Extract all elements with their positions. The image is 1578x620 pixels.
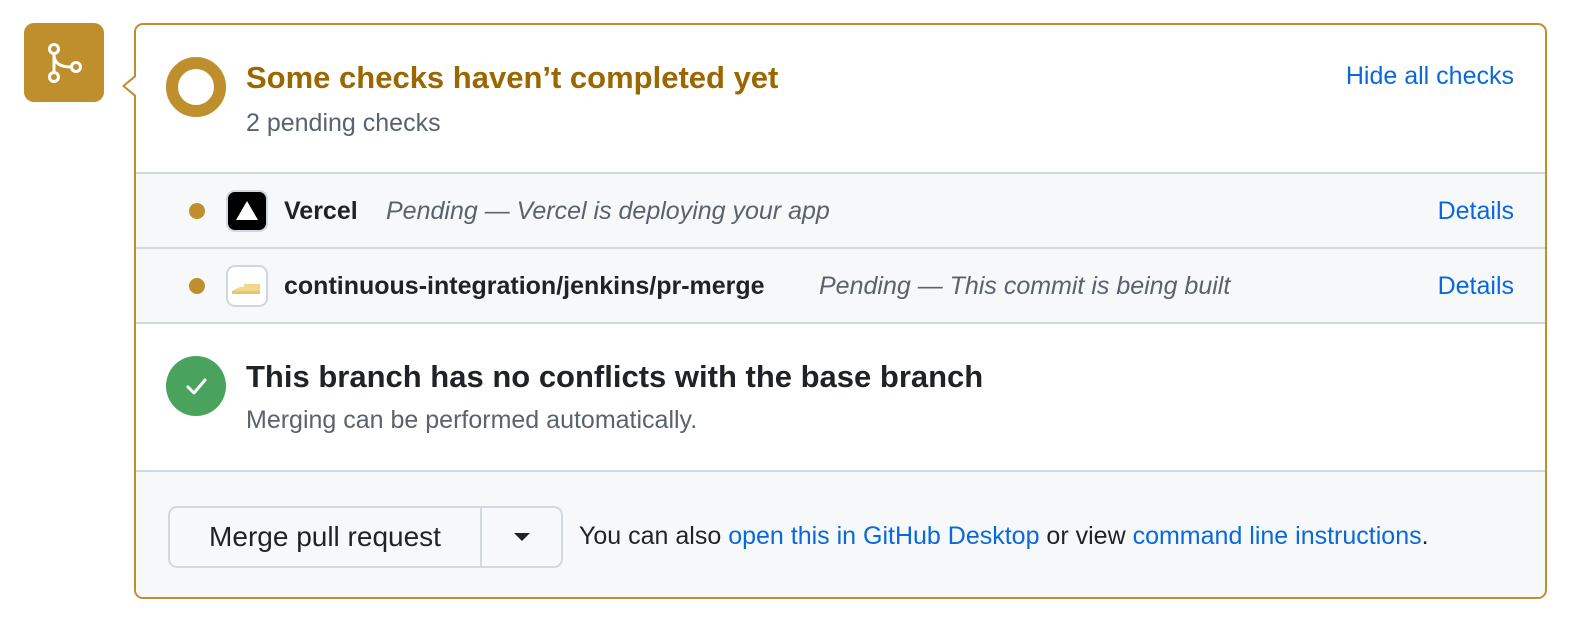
triangle-down-icon <box>513 533 530 541</box>
merge-note: You can also open this in GitHub Desktop… <box>579 522 1429 551</box>
note-middle: or view <box>1039 522 1133 550</box>
conflict-subtitle: Merging can be performed automatically. <box>246 406 698 434</box>
check-name: continuous-integration/jenkins/pr-merge <box>284 271 765 300</box>
checks-summary: Some checks haven’t completed yet 2 pend… <box>136 25 1545 172</box>
conflict-status: This branch has no conflicts with the ba… <box>136 324 1545 470</box>
pending-dot-icon <box>189 203 205 219</box>
merge-area: Merge pull request You can also open thi… <box>136 470 1545 597</box>
merge-options-dropdown[interactable] <box>482 508 561 566</box>
merge-status-panel: Some checks haven’t completed yet 2 pend… <box>122 23 1547 599</box>
command-line-instructions-link[interactable]: command line instructions <box>1133 522 1422 550</box>
merge-pull-request-button[interactable]: Merge pull request <box>170 508 482 566</box>
hide-all-checks-link[interactable]: Hide all checks <box>1346 62 1514 91</box>
git-branch-icon <box>48 42 82 83</box>
check-circle-icon <box>166 356 226 416</box>
check-details-link[interactable]: Details <box>1438 197 1514 226</box>
vercel-logo-icon <box>226 190 268 232</box>
pending-dot-icon <box>189 278 205 294</box>
check-details-link[interactable]: Details <box>1438 272 1514 301</box>
merge-button-group: Merge pull request <box>168 506 563 568</box>
check-description: Pending — This commit is being built <box>819 271 1231 300</box>
conflict-title: This branch has no conflicts with the ba… <box>246 359 984 394</box>
checks-subtitle: 2 pending checks <box>246 109 441 137</box>
check-row-vercel: Vercel Pending — Vercel is deploying you… <box>136 172 1545 248</box>
jenkins-logo-icon <box>226 265 268 307</box>
note-suffix: . <box>1421 522 1429 550</box>
check-row-jenkins: continuous-integration/jenkins/pr-merge … <box>136 247 1545 323</box>
check-name: Vercel <box>284 196 358 225</box>
git-merge-badge <box>24 23 104 102</box>
note-prefix: You can also <box>579 522 729 550</box>
checks-title: Some checks haven’t completed yet <box>246 60 779 95</box>
pending-status-icon <box>166 57 226 117</box>
github-desktop-link[interactable]: open this in GitHub Desktop <box>728 522 1039 550</box>
check-description: Pending — Vercel is deploying your app <box>386 196 830 225</box>
